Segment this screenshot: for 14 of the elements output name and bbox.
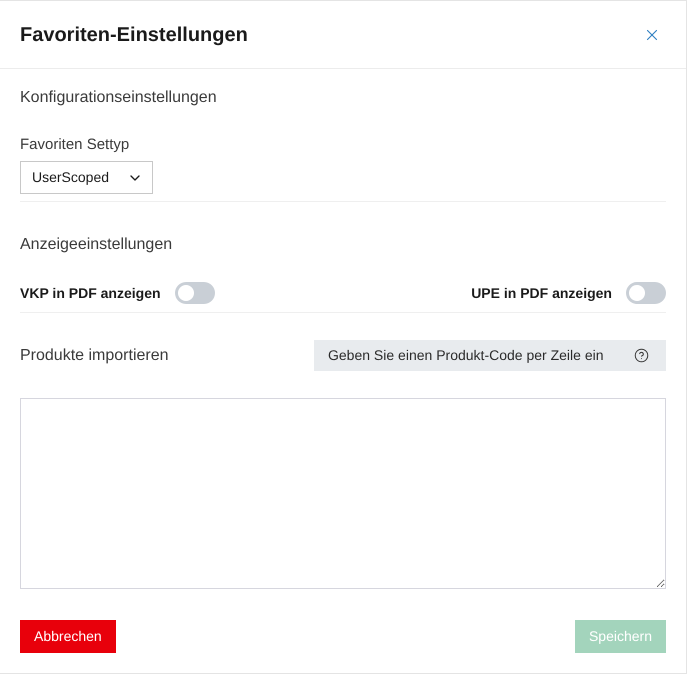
import-label: Produkte importieren xyxy=(20,346,169,366)
input-field[interactable] xyxy=(20,398,666,589)
field-label: Favoriten Settyp xyxy=(20,135,130,155)
toggle-switch[interactable] xyxy=(626,282,666,304)
toggle-label: UPE in PDF anzeigen xyxy=(471,284,612,303)
cancel-button[interactable]: Abbrechen xyxy=(20,620,116,653)
help-icon[interactable] xyxy=(634,348,649,363)
toggle-switch[interactable] xyxy=(174,282,215,304)
dialog-title: Favoriten-Einstellungen xyxy=(20,22,248,48)
settype-dropdown[interactable]: UserScoped xyxy=(20,161,153,194)
section-heading: Konfigurationseinstellungen xyxy=(20,88,217,108)
toggle-label: VKP in PDF anzeigen xyxy=(20,284,161,303)
section-heading: Anzeigeeinstellungen xyxy=(20,235,172,255)
hint-text: Geben Sie einen Produkt-Code per Zeile ein xyxy=(328,346,604,365)
